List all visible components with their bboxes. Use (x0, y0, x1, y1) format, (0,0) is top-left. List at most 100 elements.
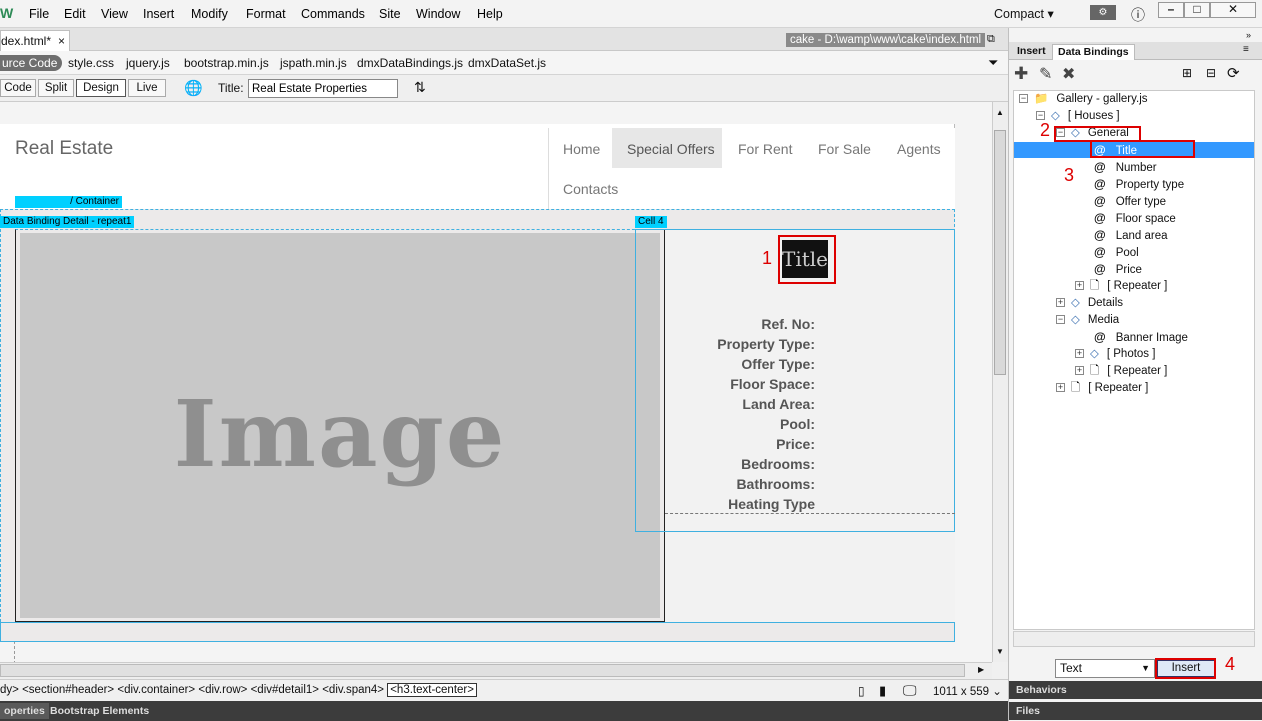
panel-menu-icon[interactable]: ≡ (1243, 44, 1249, 55)
tree-node-number[interactable]: @ Number (1094, 159, 1157, 176)
menu-commands[interactable]: Commands (301, 7, 365, 21)
nav-for-sale[interactable]: For Sale (818, 141, 871, 157)
tree-node-details[interactable]: + ◇ Details (1056, 295, 1123, 312)
menu-format[interactable]: Format (246, 7, 286, 21)
mobile-size-icon[interactable]: ▯ (858, 684, 865, 698)
tag-section-header[interactable]: <section#header> (22, 684, 114, 696)
vertical-scroll-thumb[interactable] (994, 130, 1006, 375)
scroll-up-icon[interactable]: ▲ (996, 108, 1004, 117)
expand-icon[interactable]: + (1056, 298, 1065, 308)
tab-insert[interactable]: Insert (1012, 44, 1051, 60)
tablet-size-icon[interactable]: ▮ (879, 683, 886, 699)
tree-node-general-repeater[interactable]: + 🗋[ Repeater ] (1075, 278, 1167, 295)
live-view-button[interactable]: Live (128, 79, 166, 97)
design-view-button[interactable]: Design (76, 79, 126, 97)
tab-data-bindings[interactable]: Data Bindings (1052, 44, 1135, 60)
insert-as-select[interactable]: Text ▼ (1055, 659, 1155, 678)
close-window-button[interactable]: ✕ (1210, 2, 1256, 18)
page-title-input[interactable] (248, 79, 398, 98)
tag-body[interactable]: dy> (0, 684, 19, 696)
expand-panel-icon[interactable]: » (1246, 30, 1251, 40)
menu-modify[interactable]: Modify (191, 7, 228, 21)
tree-node-media-repeater[interactable]: + 🗋[ Repeater ] (1075, 363, 1167, 380)
edit-icon[interactable]: ✎ (1039, 64, 1052, 84)
tree-node-photos[interactable]: + ◇[ Photos ] (1075, 346, 1155, 363)
nav-home[interactable]: Home (563, 141, 600, 157)
annotation-box-title (778, 235, 836, 284)
tab-index-html[interactable]: dex.html* × (0, 30, 70, 51)
tree-node-gallery[interactable]: − 📁 Gallery - gallery.js (1019, 91, 1148, 108)
refresh-icon[interactable]: ⟳ (1227, 64, 1240, 82)
behaviors-panel-bar[interactable]: Behaviors (1009, 681, 1262, 699)
tree-node-pool[interactable]: @ Pool (1094, 244, 1139, 261)
expand-icon[interactable]: + (1075, 366, 1084, 376)
tag-h3-text-center[interactable]: <h3.text-center> (387, 683, 477, 697)
horizontal-scroll-thumb[interactable] (0, 664, 965, 677)
tree-node-price[interactable]: @ Price (1094, 261, 1142, 278)
nav-special-offers[interactable]: Special Offers (627, 141, 715, 157)
related-file-dmxdataset[interactable]: dmxDataSet.js (468, 56, 546, 70)
menu-window[interactable]: Window (416, 7, 460, 21)
tree-node-floor-space[interactable]: @ Floor space (1094, 210, 1176, 227)
split-view-button[interactable]: Split (38, 79, 74, 97)
tree-node-offer-type[interactable]: @ Offer type (1094, 193, 1166, 210)
tag-div-row[interactable]: <div.row> (198, 684, 247, 696)
related-file-bootstrap[interactable]: bootstrap.min.js (184, 56, 269, 70)
menu-view[interactable]: View (101, 7, 128, 21)
extensions-icon[interactable]: ⚙ (1090, 5, 1116, 20)
maximize-button[interactable]: □ (1184, 2, 1210, 18)
source-code-button[interactable]: urce Code (0, 55, 63, 71)
tag-div-span4[interactable]: <div.span4> (322, 684, 384, 696)
expand-icon[interactable]: + (1056, 383, 1065, 393)
filter-icon[interactable]: ⏷ (988, 55, 998, 71)
tree-node-root-repeater[interactable]: + 🗋[ Repeater ] (1056, 380, 1148, 397)
help-icon[interactable]: ⓘ (1131, 5, 1145, 25)
brand-name[interactable]: Real Estate (15, 138, 113, 160)
files-panel-bar[interactable]: Files (1009, 702, 1262, 720)
tab-bootstrap-elements[interactable]: Bootstrap Elements (46, 703, 153, 719)
restore-icon[interactable]: ⧉ (987, 33, 995, 46)
document-path: cake - D:\wamp\www\cake\index.html (786, 33, 986, 47)
detail-region-tag[interactable]: Data Binding Detail - repeat1 (0, 216, 135, 228)
desktop-size-icon[interactable]: 🖵 (903, 682, 917, 699)
collapse-all-icon[interactable]: ⊟ (1206, 66, 1216, 80)
menu-help[interactable]: Help (477, 7, 503, 21)
tree-node-property-type[interactable]: @ Property type (1094, 176, 1184, 193)
tree-node-media[interactable]: − ◇ Media (1056, 312, 1119, 329)
expand-icon[interactable]: + (1075, 281, 1084, 291)
tree-node-land-area[interactable]: @ Land area (1094, 227, 1168, 244)
window-size[interactable]: 1011 x 559 ⌄ (933, 684, 1002, 698)
minimize-button[interactable]: – (1158, 2, 1184, 18)
expand-all-icon[interactable]: ⊞ (1182, 66, 1192, 80)
menu-insert[interactable]: Insert (143, 7, 174, 21)
tree-node-banner-image[interactable]: @ Banner Image (1094, 329, 1188, 346)
menu-site[interactable]: Site (379, 7, 401, 21)
related-file-style-css[interactable]: style.css (68, 56, 114, 70)
nav-for-rent[interactable]: For Rent (738, 141, 792, 157)
add-icon[interactable]: ✚ (1014, 64, 1028, 84)
collapse-icon[interactable]: − (1019, 94, 1028, 104)
tag-div-container[interactable]: <div.container> (117, 684, 195, 696)
container-tag[interactable]: / Container (15, 196, 122, 208)
expand-icon[interactable]: + (1075, 349, 1084, 359)
file-transfer-icon[interactable]: ⇅ (414, 79, 426, 96)
globe-icon[interactable]: 🌐 (184, 79, 203, 97)
menu-edit[interactable]: Edit (64, 7, 86, 21)
tag-div-detail1[interactable]: <div#detail1> (251, 684, 319, 696)
nav-agents[interactable]: Agents (897, 141, 941, 157)
scroll-down-icon[interactable]: ▼ (996, 647, 1004, 656)
related-file-dmxdatabindings[interactable]: dmxDataBindings.js (357, 56, 463, 70)
tab-properties[interactable]: operties (0, 703, 49, 719)
collapse-icon[interactable]: − (1056, 315, 1065, 325)
code-view-button[interactable]: Code (0, 79, 36, 97)
workspace-switcher[interactable]: Compact ▾ (994, 6, 1054, 21)
cell-4-tag[interactable]: Cell 4 (635, 216, 667, 228)
close-icon[interactable]: × (58, 34, 65, 48)
nav-contacts[interactable]: Contacts (563, 181, 618, 197)
related-file-jspath[interactable]: jspath.min.js (280, 56, 347, 70)
menu-file[interactable]: File (29, 7, 49, 21)
tree-horizontal-scrollbar[interactable] (1013, 631, 1255, 647)
delete-icon[interactable]: ✖ (1062, 64, 1075, 84)
related-file-jquery[interactable]: jquery.js (126, 56, 170, 70)
scroll-right-icon[interactable]: ▶ (978, 665, 984, 674)
